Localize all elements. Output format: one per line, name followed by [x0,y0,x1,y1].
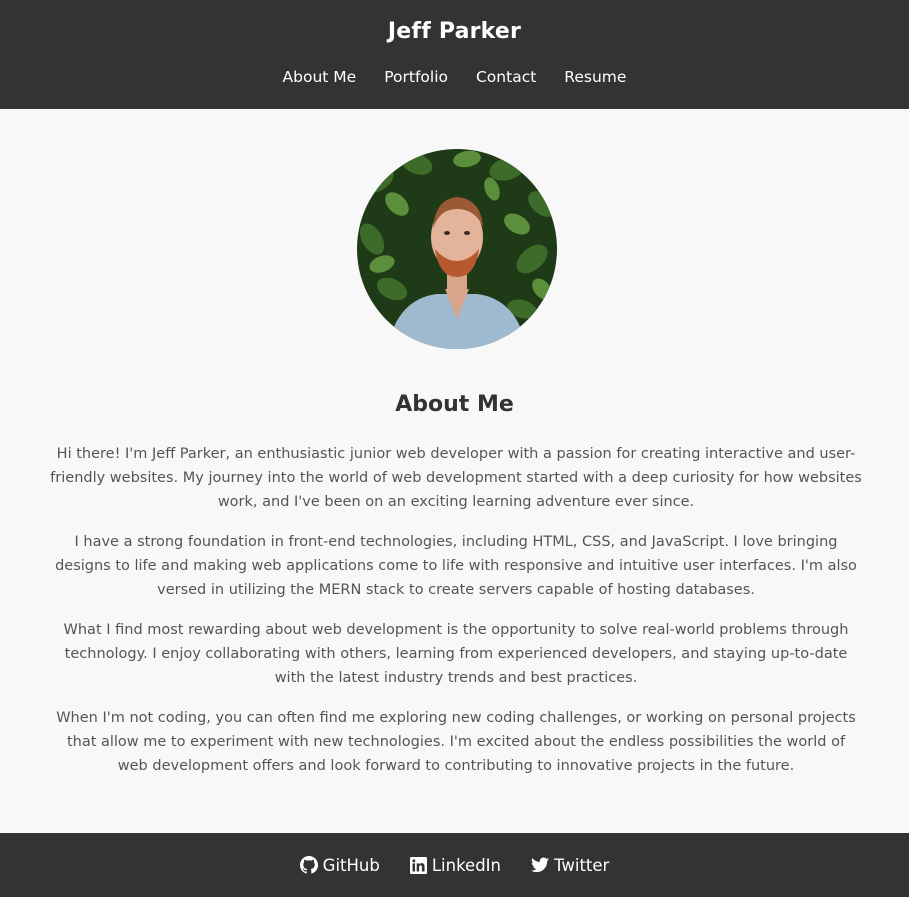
profile-photo [357,149,557,349]
twitter-icon [531,857,550,873]
about-content: Hi there! I'm Jeff Parker, an enthusiast… [50,442,862,794]
nav-portfolio[interactable]: Portfolio [384,68,448,86]
site-title: Jeff Parker [387,19,522,44]
about-paragraph: When I'm not coding, you can often find … [56,710,856,774]
github-link[interactable]: GitHub [299,855,380,875]
linkedin-icon [409,856,427,874]
nav-about-me[interactable]: About Me [283,68,357,86]
twitter-link[interactable]: Twitter [531,856,609,875]
github-icon [299,856,318,874]
main-nav: About Me Portfolio Contact Resume [0,68,909,86]
about-paragraph: I have a strong foundation in front-end … [55,534,857,598]
twitter-label: Twitter [554,855,610,875]
nav-resume[interactable]: Resume [564,68,626,86]
github-label: GitHub [322,855,380,875]
linkedin-link[interactable]: LinkedIn [409,855,502,875]
nav-contact[interactable]: Contact [476,68,536,86]
site-footer: GitHub LinkedIn Twitter [0,833,909,897]
about-heading: About Me [395,392,514,417]
about-paragraph: Hi there! I'm Jeff Parker, an enthusiast… [50,446,862,510]
linkedin-label: LinkedIn [431,855,502,875]
site-header: Jeff Parker About Me Portfolio Contact R… [0,0,909,109]
about-paragraph: What I find most rewarding about web dev… [63,622,849,686]
